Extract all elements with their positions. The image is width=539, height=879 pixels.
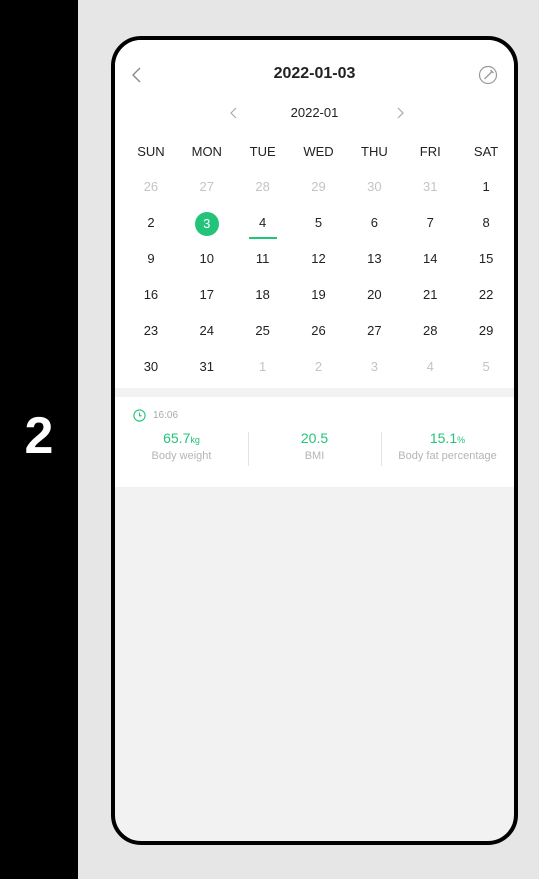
calendar-day[interactable]: 16 bbox=[123, 284, 179, 320]
metric-body-weight: 65.7kg Body weight bbox=[115, 430, 248, 470]
calendar-day[interactable]: 28 bbox=[235, 176, 291, 212]
metric-bmi: 20.5 BMI bbox=[248, 430, 381, 470]
calendar-day[interactable]: 10 bbox=[179, 248, 235, 284]
calendar-day[interactable]: 31 bbox=[402, 176, 458, 212]
calendar-day[interactable]: 6 bbox=[346, 212, 402, 248]
record-time-row: 16:06 bbox=[133, 407, 178, 423]
phone-frame: 2022-01-03 2022-01 SUN MON TUE WED THU F… bbox=[111, 36, 518, 845]
calendar-day[interactable]: 27 bbox=[179, 176, 235, 212]
calendar-day[interactable]: 29 bbox=[458, 320, 514, 356]
step-number: 2 bbox=[24, 407, 54, 465]
calendar-day[interactable]: 4 bbox=[402, 356, 458, 392]
calendar-day[interactable]: 1 bbox=[235, 356, 291, 392]
calendar-day[interactable]: 29 bbox=[291, 176, 347, 212]
calendar-day[interactable]: 26 bbox=[123, 176, 179, 212]
weekday-label: SAT bbox=[473, 144, 499, 159]
calendar-day[interactable]: 31 bbox=[179, 356, 235, 392]
top-bar: 2022-01-03 bbox=[115, 62, 514, 88]
next-month-button[interactable] bbox=[393, 103, 407, 123]
calendar-day[interactable]: 12 bbox=[291, 248, 347, 284]
month-label: 2022-01 bbox=[290, 105, 339, 120]
calendar-day[interactable]: 5 bbox=[458, 356, 514, 392]
calendar-day[interactable]: 17 bbox=[179, 284, 235, 320]
calendar-panel: 2022-01-03 2022-01 SUN MON TUE WED THU F… bbox=[115, 40, 514, 388]
calendar-day[interactable]: 11 bbox=[235, 248, 291, 284]
calendar-week: 30 31 1 2 3 4 5 bbox=[123, 356, 514, 392]
calendar-grid: 26 27 28 29 30 31 1 2 3 4 5 6 7 8 9 10 1… bbox=[123, 176, 514, 392]
calendar-day[interactable]: 7 bbox=[402, 212, 458, 248]
metric-label: BMI bbox=[304, 450, 325, 462]
calendar-day[interactable]: 5 bbox=[291, 212, 347, 248]
metric-body-fat: 15.1% Body fat percentage bbox=[381, 430, 514, 470]
calendar-day[interactable]: 2 bbox=[123, 212, 179, 248]
side-strip: 2 bbox=[0, 0, 78, 879]
calendar-week: 23 24 25 26 27 28 29 bbox=[123, 320, 514, 356]
calendar-day[interactable]: 30 bbox=[346, 176, 402, 212]
calendar-week: 26 27 28 29 30 31 1 bbox=[123, 176, 514, 212]
calendar-day-today[interactable]: 4 bbox=[235, 212, 291, 248]
calendar-week: 16 17 18 19 20 21 22 bbox=[123, 284, 514, 320]
clock-icon bbox=[133, 408, 146, 422]
metric-label: Body fat percentage bbox=[398, 450, 497, 462]
metric-unit: kg bbox=[190, 435, 200, 445]
calendar-day[interactable]: 27 bbox=[346, 320, 402, 356]
calendar-day[interactable]: 30 bbox=[123, 356, 179, 392]
edit-button[interactable] bbox=[476, 62, 500, 88]
calendar-day[interactable]: 18 bbox=[235, 284, 291, 320]
metric-unit: % bbox=[457, 435, 466, 445]
metric-value: 65.7 bbox=[163, 430, 191, 446]
chevron-right-icon bbox=[397, 107, 404, 119]
weekday-label: TUE bbox=[249, 144, 276, 159]
calendar-day[interactable]: 9 bbox=[123, 248, 179, 284]
calendar-day[interactable]: 24 bbox=[179, 320, 235, 356]
page-title: 2022-01-03 bbox=[273, 65, 356, 82]
weekday-label: SUN bbox=[137, 144, 165, 159]
calendar-week: 9 10 11 12 13 14 15 bbox=[123, 248, 514, 284]
metric-value: 15.1 bbox=[429, 430, 458, 446]
metric-value: 20.5 bbox=[300, 430, 329, 446]
calendar-day[interactable]: 28 bbox=[402, 320, 458, 356]
calendar-day[interactable]: 25 bbox=[235, 320, 291, 356]
weekday-label: WED bbox=[303, 144, 334, 159]
calendar-week: 2 3 4 5 6 7 8 bbox=[123, 212, 514, 248]
metrics-row: 65.7kg Body weight 20.5 BMI 15.1% Body f… bbox=[115, 430, 514, 470]
calendar-day[interactable]: 20 bbox=[346, 284, 402, 320]
weekday-header: SUN MON TUE WED THU FRI SAT bbox=[123, 144, 514, 159]
record-time: 16:06 bbox=[153, 409, 179, 421]
calendar-day[interactable]: 23 bbox=[123, 320, 179, 356]
calendar-day[interactable]: 2 bbox=[291, 356, 347, 392]
calendar-day[interactable]: 14 bbox=[402, 248, 458, 284]
month-navigation: 2022-01 bbox=[115, 102, 514, 124]
measurement-record[interactable]: 16:06 65.7kg Body weight 20.5 BMI 15.1% … bbox=[115, 397, 514, 487]
calendar-day[interactable]: 3 bbox=[346, 356, 402, 392]
calendar-day[interactable]: 21 bbox=[402, 284, 458, 320]
calendar-day[interactable]: 13 bbox=[346, 248, 402, 284]
calendar-day[interactable]: 1 bbox=[458, 176, 514, 212]
calendar-day-selected[interactable]: 3 bbox=[179, 212, 235, 248]
calendar-day[interactable]: 15 bbox=[458, 248, 514, 284]
calendar-day[interactable]: 26 bbox=[291, 320, 347, 356]
edit-pencil-icon bbox=[478, 65, 498, 85]
calendar-day[interactable]: 8 bbox=[458, 212, 514, 248]
calendar-day[interactable]: 19 bbox=[291, 284, 347, 320]
weekday-label: FRI bbox=[419, 144, 441, 159]
calendar-day[interactable]: 22 bbox=[458, 284, 514, 320]
metric-label: Body weight bbox=[151, 450, 212, 462]
weekday-label: MON bbox=[191, 144, 222, 159]
weekday-label: THU bbox=[361, 144, 388, 159]
